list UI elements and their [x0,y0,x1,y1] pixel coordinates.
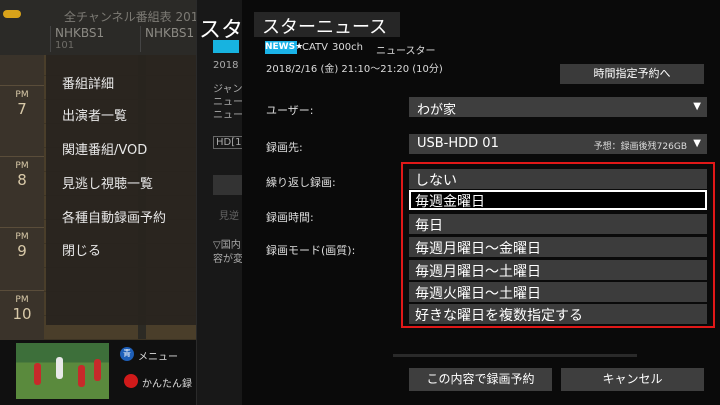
chevron-down-icon: ▼ [693,138,701,149]
context-menu: 番組詳細 出演者一覧 関連番組/VOD 見逃し視聴一覧 各種自動録画予約 閉じる [46,55,196,325]
genre-label: ニュースター [376,46,436,57]
hour-label: 7 [17,100,27,118]
channel-name: NHKBS1 [55,26,105,40]
menu-item-related-vod[interactable]: 関連番組/VOD [62,139,147,158]
repeat-option[interactable]: 毎週月曜日～金曜日 [409,237,707,257]
live-preview-thumbnail [16,343,109,399]
recording-time-label: 録画時間: [266,211,314,224]
program-title: スターニュース [262,17,388,38]
channel-header[interactable]: NHKBS1 101 [50,26,124,52]
destination-select[interactable]: USB-HDD 01 予想：録画後残726GB ▼ [409,134,707,154]
menu-item-close[interactable]: 閉じる [62,240,101,259]
detail-footer: 容が変 [213,254,243,265]
menu-item-catchup-list[interactable]: 見逃し視聴一覧 [62,173,153,192]
scroll-track [393,354,637,357]
menu-item-program-details[interactable]: 番組詳細 [62,73,114,92]
pm-label: PM [15,90,29,100]
repeat-option-label: しない [415,173,457,189]
repeat-option[interactable]: 毎週火曜日～土曜日 [409,282,707,302]
hour-label: 9 [17,242,27,260]
news-badge: NEWS★ [265,41,304,54]
destination-value: USB-HDD 01 [417,136,499,151]
menu-item-auto-record[interactable]: 各種自動録画予約 [62,207,166,226]
destination-label: 録画先: [266,141,303,154]
airtime-label: 2018/2/16 (金) 21:10～21:20 (10分) [266,64,443,75]
chevron-down-icon: ▼ [693,101,701,112]
menu-item-cast-list[interactable]: 出演者一覧 [62,105,127,124]
catchup-button[interactable]: 見逆 [219,207,239,222]
detail-button[interactable] [213,175,243,195]
repeat-option-selected[interactable]: 毎週金曜日 [409,190,707,210]
user-value: わが家 [417,103,457,118]
repeat-option[interactable]: 毎日 [409,214,707,234]
pm-label: PM [15,232,29,242]
epg-header-text: 全チャンネル番組表 2018 [64,10,206,24]
detail-footer: ▽国内 [213,240,241,251]
hour-label: 10 [12,305,32,323]
blue-button-icon[interactable]: 青 [120,347,134,361]
repeat-option-label: 毎週月曜日～金曜日 [415,241,541,257]
channel-label: 300ch [332,42,363,53]
hour-label: 8 [17,171,27,189]
repeat-option[interactable]: 好きな曜日を複数指定する [409,304,707,324]
repeat-option[interactable]: しない [409,169,707,189]
user-label: ユーザー: [266,104,314,117]
red-record-button-icon[interactable] [124,374,138,388]
detail-line: ニュー [213,110,243,121]
pm-label: PM [15,295,29,305]
repeat-option-label: 好きな曜日を複数指定する [415,308,583,324]
remaining-capacity: 予想：録画後残726GB [593,142,687,152]
repeat-option-label: 毎週月曜日～土曜日 [415,264,541,280]
hour-slot: PM 9 [0,227,44,298]
cancel-button[interactable]: キャンセル [561,368,704,391]
channel-name: NHKBS1 [145,26,195,40]
repeat-option-label: 毎週火曜日～土曜日 [415,286,541,302]
time-specified-reservation-button[interactable]: 時間指定予約へ [560,64,704,84]
hour-slot: PM 10 [0,290,44,340]
repeat-option-label: 毎日 [415,218,443,234]
pm-label: PM [15,161,29,171]
hour-slot: PM 8 [0,156,44,227]
repeat-option-label: 毎週金曜日 [415,194,485,210]
hour-slot: PM 7 [0,85,44,156]
brand-logo [3,10,21,18]
news-badge [213,40,239,53]
repeat-option[interactable]: 毎週月曜日～土曜日 [409,260,707,280]
repeat-label: 繰り返し録画: [266,176,336,189]
user-select[interactable]: わが家 ▼ [409,97,707,118]
program-detail-panel: スタ 2018 ジャン ニュー ニュー HD[1( 見逆 ▽国内 容が変 [196,0,249,405]
detail-date: 2018 [213,60,239,71]
easy-record-label: かんたん録 [142,379,192,390]
recording-mode-label: 録画モード(画質): [266,244,356,257]
menu-button-label: メニュー [138,352,178,363]
channel-number: 101 [55,40,75,51]
confirm-reservation-button[interactable]: この内容で録画予約 [409,368,552,391]
network-label: CATV [302,42,328,53]
